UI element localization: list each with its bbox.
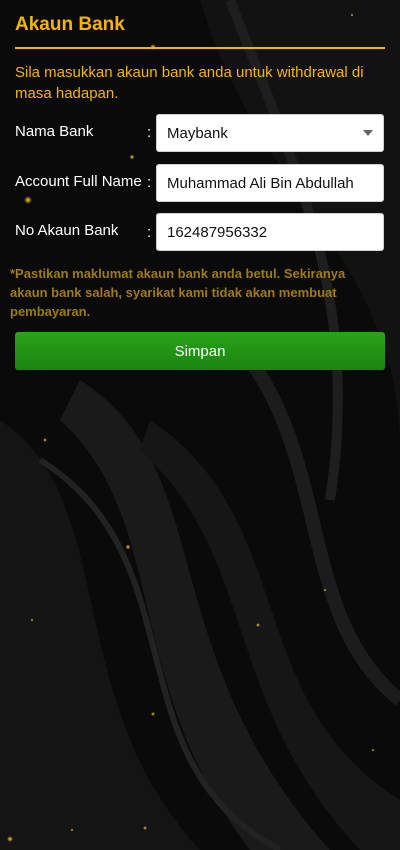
full-name-colon: :	[147, 174, 152, 191]
account-number-colon: :	[147, 224, 152, 241]
full-name-label: Account Full Name	[15, 173, 142, 190]
title-divider	[15, 47, 385, 49]
chevron-down-icon	[363, 130, 373, 136]
bank-name-select[interactable]: Maybank	[156, 114, 384, 152]
account-number-label: No Akaun Bank	[15, 222, 119, 239]
save-button[interactable]: Simpan	[15, 332, 385, 370]
bank-name-selected-value: Maybank	[167, 124, 228, 142]
bank-name-colon: :	[147, 124, 152, 141]
warning-notice: *Pastikan maklumat akaun bank anda betul…	[10, 266, 346, 319]
intro-text: Sila masukkan akaun bank anda untuk with…	[15, 64, 364, 102]
account-number-input[interactable]: 162487956332	[156, 213, 384, 251]
account-number-value: 162487956332	[167, 223, 268, 241]
bank-name-label: Nama Bank	[15, 123, 94, 140]
page-title: Akaun Bank	[15, 14, 125, 35]
full-name-value: Muhammad Ali Bin Abdullah	[167, 174, 354, 192]
full-name-input[interactable]: Muhammad Ali Bin Abdullah	[156, 164, 384, 202]
